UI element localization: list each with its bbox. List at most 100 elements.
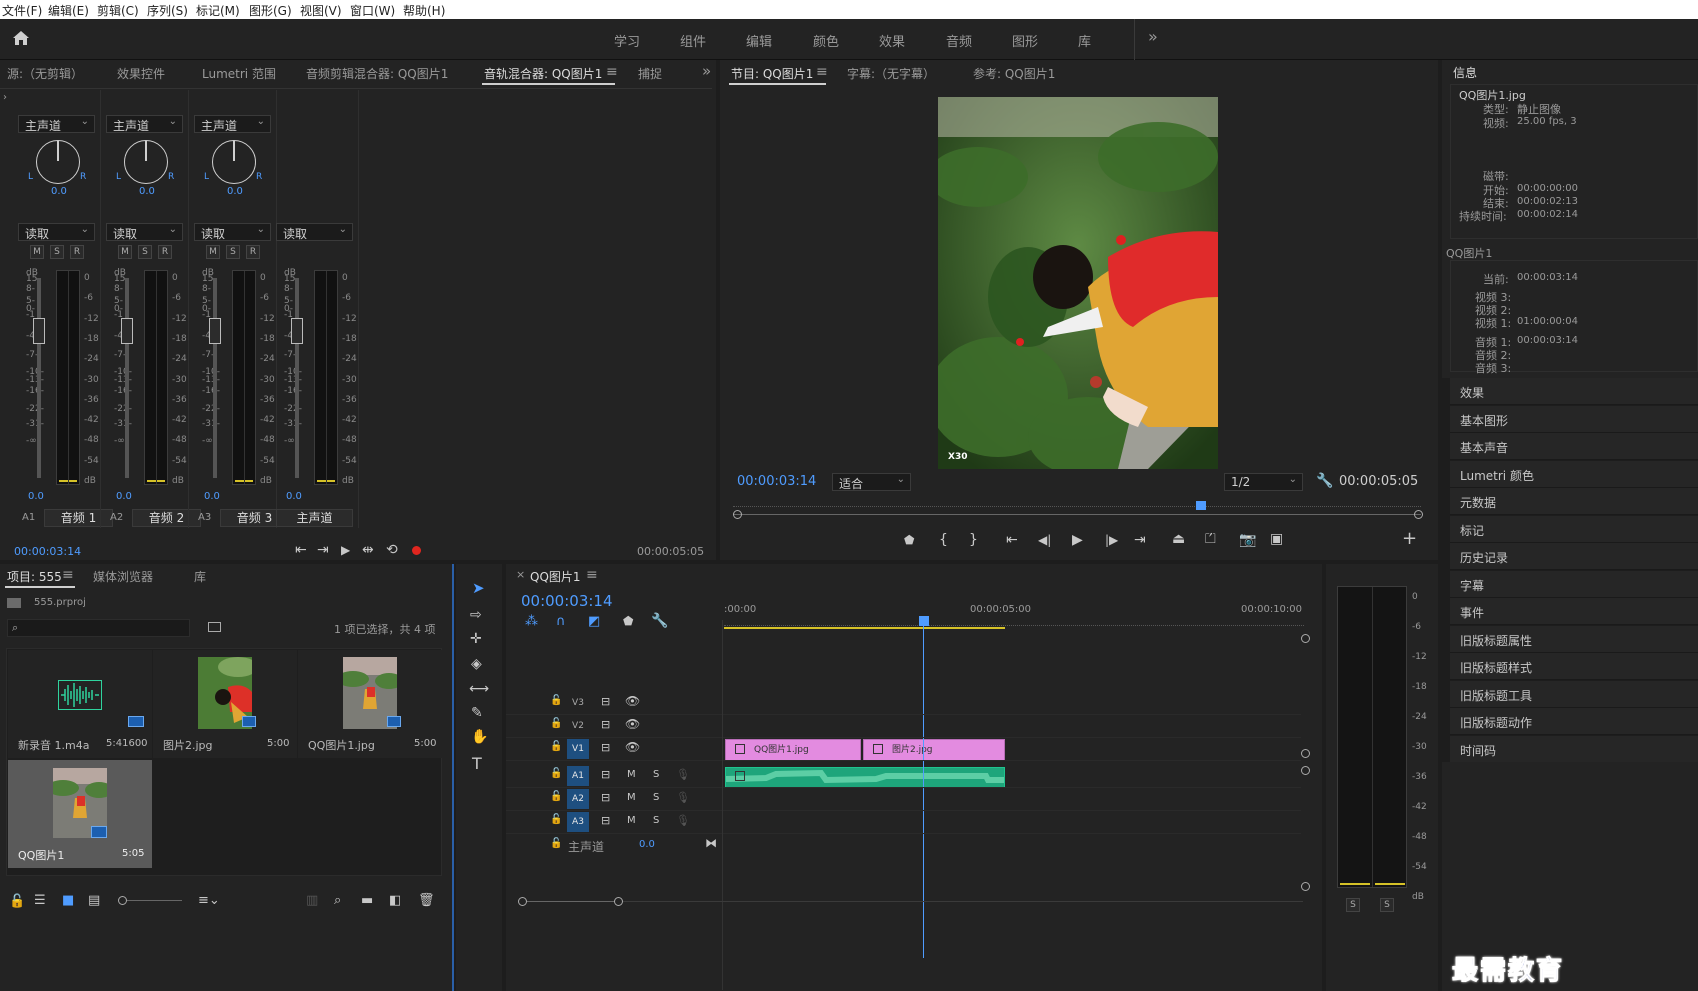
track-output-dropdown[interactable]: 主声道 ⌄ [106, 115, 183, 133]
ripple-edit-tool-icon[interactable]: ✛ [470, 632, 482, 646]
volume-value[interactable]: 0.0 [116, 491, 132, 502]
workspace-editing[interactable]: 编辑 [746, 31, 772, 50]
panel-menu-icon[interactable]: ≡ [816, 64, 828, 80]
pan-knob-icon[interactable] [124, 140, 168, 184]
mark-out-icon[interactable]: } [969, 533, 978, 547]
sync-lock-icon[interactable]: ⊟ [601, 696, 610, 707]
mute-track-button[interactable]: M [627, 816, 636, 826]
project-item-audio[interactable]: 新录音 1.m4a 5:41600 [8, 650, 152, 758]
sync-lock-icon[interactable]: ⊟ [601, 742, 610, 753]
panel-legacy-title-tools[interactable]: 旧版标题工具 [1450, 680, 1698, 708]
track-lock-icon[interactable]: 🔓 [550, 769, 562, 779]
playback-resolution-dropdown[interactable]: 1/2 ⌄ [1224, 473, 1303, 491]
pan-value[interactable]: 0.0 [139, 186, 155, 197]
menu-help[interactable]: 帮助(H) [403, 2, 445, 19]
program-video-frame[interactable]: X30 [938, 97, 1218, 469]
project-item-sequence[interactable]: QQ图片1 5:05 [8, 760, 152, 868]
add-button-icon[interactable]: + [1402, 530, 1417, 548]
tab-reference[interactable]: 参考: QQ图片1 [973, 65, 1055, 82]
menu-file[interactable]: 文件(F) [2, 2, 42, 19]
track-lock-icon[interactable]: 🔓 [550, 696, 562, 706]
hand-tool-icon[interactable]: ✋ [471, 730, 488, 744]
panel-legacy-title-actions[interactable]: 旧版标题动作 [1450, 708, 1698, 735]
workspace-effects[interactable]: 效果 [879, 31, 905, 50]
mute-button[interactable]: M [206, 245, 220, 259]
menu-edit[interactable]: 编辑(E) [48, 2, 89, 19]
scroll-handle-right[interactable] [1414, 510, 1423, 519]
tab-source[interactable]: 源:（无剪辑） [7, 65, 83, 82]
track-a3-lane[interactable] [723, 811, 1301, 834]
volume-value[interactable]: 0.0 [286, 491, 302, 502]
automation-mode-dropdown[interactable]: 读取 ⌄ [276, 223, 353, 241]
volume-fader-handle[interactable] [209, 318, 221, 344]
panel-legacy-title-properties[interactable]: 旧版标题属性 [1450, 625, 1698, 653]
track-lock-icon[interactable]: 🔓 [550, 719, 562, 729]
selection-tool-icon[interactable]: ➤ [472, 581, 485, 596]
toggle-output-eye-icon[interactable]: 👁 [625, 718, 640, 730]
v-scroll-handle-top[interactable] [1301, 634, 1310, 643]
menu-view[interactable]: 视图(V) [300, 2, 342, 19]
v-scroll-handle-mid[interactable] [1301, 749, 1310, 758]
track-v1-lane[interactable] [723, 738, 1301, 761]
program-timecode[interactable]: 00:00:03:14 [737, 474, 816, 489]
voiceover-mic-icon[interactable]: 🎙 [676, 769, 690, 780]
record-button[interactable]: R [158, 245, 172, 259]
type-tool-icon[interactable]: T [472, 756, 482, 772]
clear-icon[interactable]: 🗑 [418, 893, 435, 908]
tab-capture[interactable]: 捕捉 [638, 65, 662, 82]
track-target-label[interactable]: A3 [567, 812, 589, 832]
h-scroll-track[interactable] [527, 901, 615, 902]
panel-timecode[interactable]: 时间码 [1450, 735, 1698, 763]
track-lock-icon[interactable]: 🔓 [550, 792, 562, 802]
volume-value[interactable]: 0.0 [28, 491, 44, 502]
track-target-label[interactable]: A2 [567, 789, 589, 809]
panel-metadata[interactable]: 元数据 [1450, 488, 1698, 515]
project-search-input[interactable]: ⌕ [7, 619, 190, 637]
compare-view-icon[interactable]: ▣ [1270, 532, 1283, 546]
panel-lumetri-color[interactable]: Lumetri 颜色 [1450, 460, 1698, 488]
master-track-volume[interactable]: 0.0 [639, 839, 655, 850]
play-icon[interactable]: ▶ [341, 544, 350, 556]
automate-to-sequence-icon[interactable]: ▥ [306, 893, 318, 908]
toggle-output-eye-icon[interactable]: 👁 [625, 695, 640, 707]
menu-sequence[interactable]: 序列(S) [147, 2, 188, 19]
razor-tool-icon[interactable]: ◈ [471, 657, 482, 671]
sort-icon[interactable]: ≡⌄ [198, 893, 220, 908]
workspace-learn[interactable]: 学习 [614, 31, 640, 50]
add-marker-icon[interactable]: ⬟ [904, 534, 914, 546]
sync-lock-icon[interactable]: ⊟ [601, 792, 610, 803]
icon-view-icon[interactable]: ■ [62, 893, 74, 908]
work-area-bar[interactable] [724, 627, 1005, 629]
track-target-label[interactable]: A1 [567, 766, 589, 786]
workspace-color[interactable]: 颜色 [813, 31, 839, 50]
solo-left-button[interactable]: S [1346, 898, 1360, 912]
export-frame-icon[interactable]: 📷 [1239, 533, 1256, 547]
a-scroll-handle-bottom[interactable] [1301, 882, 1310, 891]
timeline-settings-icon[interactable]: 🔧 [651, 614, 668, 628]
panel-history[interactable]: 历史记录 [1450, 543, 1698, 570]
wrench-icon[interactable]: 🔧 [1316, 474, 1333, 488]
tab-media-browser[interactable]: 媒体浏览器 [93, 568, 153, 585]
workspace-libraries[interactable]: 库 [1078, 31, 1091, 50]
track-lock-icon[interactable]: 🔓 [550, 742, 562, 752]
program-ruler[interactable] [733, 501, 1421, 511]
workspace-audio[interactable]: 音频 [946, 31, 972, 50]
panel-essential-graphics[interactable]: 基本图形 [1450, 405, 1698, 433]
toggle-output-eye-icon[interactable]: 👁 [625, 741, 640, 753]
pan-knob-icon[interactable] [36, 140, 80, 184]
mute-track-button[interactable]: M [627, 793, 636, 803]
tab-effect-controls[interactable]: 效果控件 [117, 65, 165, 82]
panel-essential-sound[interactable]: 基本声音 [1450, 433, 1698, 460]
zoom-slider-handle[interactable] [118, 896, 127, 905]
tab-timeline-sequence[interactable]: QQ图片1 [530, 568, 581, 585]
menu-window[interactable]: 窗口(W) [350, 2, 395, 19]
sync-lock-icon[interactable]: ⊟ [601, 769, 610, 780]
tab-audio-clip-mixer[interactable]: 音频剪辑混合器: QQ图片1 [306, 65, 448, 82]
linked-selection-icon[interactable]: ◩ [588, 615, 600, 628]
program-playhead[interactable] [1195, 501, 1206, 510]
track-output-dropdown[interactable]: 主声道 ⌄ [18, 115, 95, 133]
track-target-label[interactable]: V3 [567, 693, 589, 713]
record-button[interactable] [412, 546, 421, 555]
tab-project[interactable]: 项目: 555 [7, 568, 62, 585]
scroll-handle-left[interactable] [733, 510, 742, 519]
